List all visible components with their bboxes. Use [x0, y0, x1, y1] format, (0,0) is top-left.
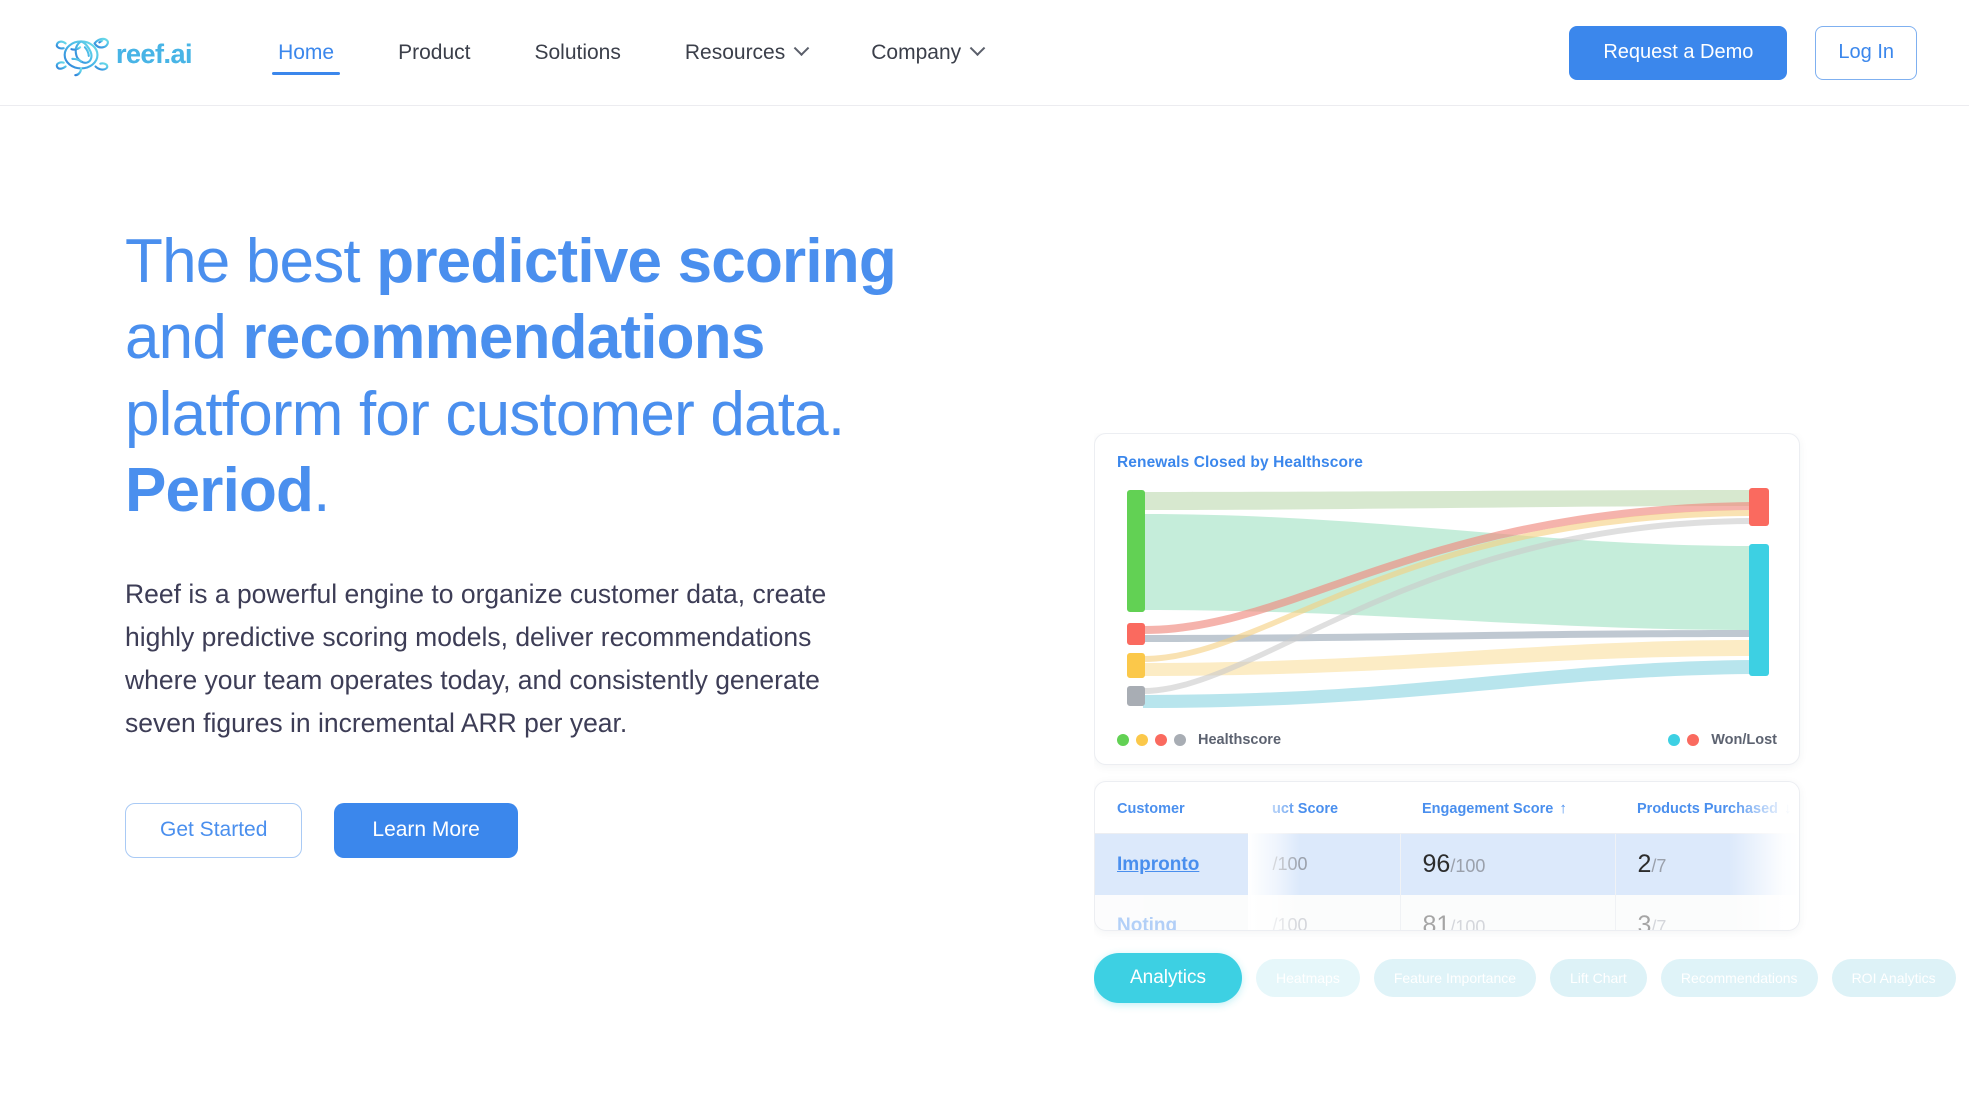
chart-legend: Healthscore Won/Lost [1117, 732, 1777, 748]
pill-feature-importance[interactable]: Feature Importance [1373, 959, 1537, 997]
cell-customer[interactable]: Noting [1095, 895, 1251, 931]
chevron-down-icon [793, 40, 810, 57]
logo-text: reef.ai [116, 39, 193, 69]
cell-products-purchased: 3/7 [1615, 895, 1799, 931]
nav-item-product[interactable]: Product [366, 25, 502, 81]
column-header-product-score[interactable]: uct Score [1250, 782, 1400, 834]
customer-link[interactable]: Noting [1117, 915, 1177, 931]
pill-recommendations[interactable]: Recommendations [1660, 959, 1818, 997]
legend-dot-lost [1687, 734, 1700, 746]
sankey-node-lost [1749, 488, 1769, 526]
sankey-diagram [1127, 488, 1769, 708]
legend-healthscore: Healthscore [1117, 732, 1281, 748]
headline-line4-plain: . [313, 455, 330, 525]
pill-roi-analytics[interactable]: ROI Analytics [1831, 959, 1956, 997]
legend-label-wonlost: Won/Lost [1711, 732, 1777, 748]
headline-line1-plain: The best [125, 227, 377, 296]
nav-label-company: Company [871, 40, 962, 64]
column-label-products-purchased: Products Purchased [1637, 801, 1779, 817]
headline-line3: platform for customer data. [125, 379, 845, 449]
headline-line1-bold: predictive scoring [376, 227, 896, 296]
customer-link[interactable]: Impronto [1117, 854, 1199, 875]
product-score-suffix: /100 [1272, 854, 1308, 874]
nav-item-home[interactable]: Home [246, 25, 366, 81]
chart-title: Renewals Closed by Healthscore [1117, 454, 1363, 471]
products-purchased-suffix: /7 [1651, 917, 1667, 931]
column-header-customer[interactable]: Customer [1095, 782, 1250, 834]
table-row[interactable]: Noting /100 81/100 3/7 59% [1095, 895, 1799, 931]
nav-label-solutions: Solutions [534, 40, 621, 64]
logo[interactable]: reef.ai [52, 26, 193, 80]
sankey-node-green [1127, 490, 1145, 612]
headline-line2-bold: recommendations [242, 303, 765, 373]
column-header-engagement-score[interactable]: Engagement Score ↑ [1400, 782, 1615, 834]
renewals-chart-card: Renewals Closed by Healthscore Healthsco… [1094, 433, 1800, 765]
products-purchased-value: 3 [1637, 911, 1652, 931]
sankey-node-red [1127, 623, 1145, 645]
login-button[interactable]: Log In [1815, 25, 1917, 80]
column-label-engagement-score: Engagement Score [1422, 801, 1554, 817]
page-title: The best predictive scoring and recommen… [125, 224, 1025, 529]
headline-line2-plain: and [125, 303, 243, 373]
sankey-node-yellow [1127, 653, 1145, 678]
header-actions: Request a Demo Log In [1569, 25, 1917, 80]
table-header: Customer uct Score Engagement Score ↑ Pro… [1095, 782, 1799, 834]
request-demo-button[interactable]: Request a Demo [1569, 25, 1788, 80]
table-row[interactable]: Impronto /100 96/100 2/7 14% [1095, 833, 1799, 895]
legend-label-healthscore: Healthscore [1198, 732, 1282, 748]
table-body: Impronto /100 96/100 2/7 14% [1095, 833, 1799, 931]
headline-line4-bold: Period [125, 455, 314, 525]
pill-analytics[interactable]: Analytics [1094, 953, 1243, 1003]
sort-desc-icon: ↓ [1784, 800, 1792, 817]
column-header-products-purchased[interactable]: Products Purchased ↓ [1615, 782, 1799, 834]
chevron-down-icon [969, 40, 986, 57]
column-label-product-score: uct Score [1272, 800, 1339, 817]
engagement-score-value: 81 [1422, 911, 1451, 931]
nav-label-home: Home [278, 40, 335, 64]
legend-dot-yellow [1136, 734, 1148, 746]
nav-label-resources: Resources [684, 40, 786, 64]
products-purchased-suffix: /7 [1651, 856, 1667, 876]
nav-item-resources[interactable]: Resources [653, 25, 839, 81]
nav-item-solutions[interactable]: Solutions [502, 25, 652, 81]
hero-paragraph: Reef is a powerful engine to organize cu… [125, 579, 827, 738]
customer-table-card: Customer uct Score Engagement Score ↑ Pro… [1094, 781, 1800, 931]
engagement-score-suffix: /100 [1450, 856, 1486, 876]
products-purchased-value: 2 [1637, 850, 1652, 878]
turtle-icon [55, 37, 109, 76]
site-header: reef.ai Home Product Solutions Resources… [0, 0, 1969, 106]
hero-section: The best predictive scoring and recommen… [0, 106, 1969, 1003]
nav-label-product: Product [398, 40, 471, 64]
legend-dot-won [1668, 734, 1681, 746]
get-started-button[interactable]: Get Started [125, 802, 303, 858]
column-label-customer: Customer [1117, 800, 1185, 817]
cell-products-purchased: 2/7 [1615, 833, 1799, 895]
customer-table: Customer uct Score Engagement Score ↑ Pro… [1095, 782, 1799, 931]
cell-engagement-score: 81/100 [1400, 895, 1616, 931]
product-preview: Renewals Closed by Healthscore Healthsco… [1094, 433, 1969, 1053]
table-header-row: Customer uct Score Engagement Score ↑ Pro… [1095, 782, 1799, 834]
learn-more-button[interactable]: Learn More [334, 802, 518, 858]
hero-copy: The best predictive scoring and recommen… [125, 224, 1025, 858]
nav-item-company[interactable]: Company [839, 25, 1015, 81]
sankey-node-won [1749, 544, 1769, 676]
cell-engagement-score: 96/100 [1400, 833, 1616, 895]
pill-heatmaps[interactable]: Heatmaps [1256, 959, 1360, 997]
engagement-score-value: 96 [1422, 850, 1451, 878]
feature-pill-tabs: Analytics Heatmaps Feature Importance Li… [1094, 953, 1969, 1003]
main-nav: Home Product Solutions Resources Company [246, 25, 1015, 81]
legend-dot-green [1117, 734, 1129, 746]
legend-wonlost: Won/Lost [1668, 732, 1777, 748]
cell-product-score: /100 [1250, 895, 1401, 931]
pill-lift-chart[interactable]: Lift Chart [1550, 959, 1647, 997]
sort-asc-icon: ↑ [1559, 800, 1567, 817]
sankey-node-gray [1127, 686, 1145, 706]
cell-customer[interactable]: Impronto [1095, 833, 1251, 895]
hero-cta-row: Get Started Learn More [125, 802, 1025, 858]
product-score-suffix: /100 [1272, 915, 1308, 931]
cell-product-score: /100 [1250, 833, 1401, 895]
engagement-score-suffix: /100 [1450, 917, 1486, 931]
legend-dot-red [1155, 734, 1167, 746]
legend-dot-gray [1174, 734, 1186, 746]
